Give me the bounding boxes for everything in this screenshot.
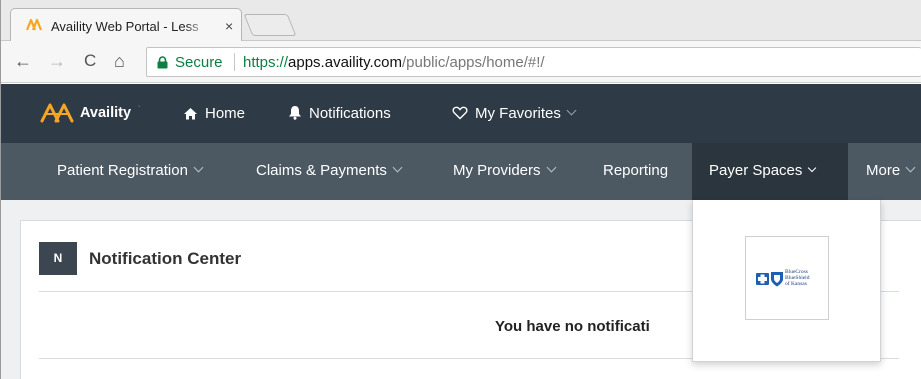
nav-my-favorites[interactable]: My Favorites — [452, 105, 577, 122]
brand-name: Availity — [80, 105, 132, 121]
subnav-label: My Providers — [453, 162, 541, 179]
forward-arrow-icon[interactable]: → — [48, 51, 66, 71]
nav-home[interactable]: Home — [183, 105, 245, 122]
browser-tab[interactable]: Availity Web Portal - Less × — [10, 8, 242, 42]
subnav-more[interactable]: More — [866, 143, 916, 200]
chevron-down-icon — [392, 162, 403, 173]
bell-icon — [289, 106, 301, 120]
subnav-label: Patient Registration — [57, 162, 188, 179]
chevron-down-icon — [546, 162, 556, 173]
nav-home-label: Home — [205, 105, 246, 122]
bcbs-cross-shield-icon — [756, 272, 783, 287]
payer-name-line: of Kansas — [785, 281, 807, 287]
subnav-my-providers[interactable]: My Providers — [453, 143, 556, 200]
availity-logo[interactable]: Availity · — [40, 100, 150, 126]
home-icon[interactable]: ⌂ — [114, 51, 125, 71]
browser-tab-strip: Availity Web Portal - Less × — [0, 0, 921, 42]
new-tab-button[interactable] — [243, 14, 297, 36]
app-header: Availity · Home Notifications My Favorit… — [0, 84, 921, 143]
secure-label: Secure — [175, 54, 223, 71]
empty-notifications-message: You have no notificati — [495, 318, 650, 335]
nav-notifications-label: Notifications — [309, 105, 391, 122]
url-scheme: https:// — [243, 54, 289, 71]
heart-outline-icon — [452, 106, 468, 120]
back-arrow-icon[interactable]: ← — [14, 51, 32, 71]
subnav-claims-payments[interactable]: Claims & Payments — [256, 143, 403, 200]
notification-center-badge: N — [39, 242, 77, 275]
availity-logo-icon — [40, 103, 74, 123]
subnav-label: More — [866, 162, 901, 179]
nav-notifications[interactable]: Notifications — [288, 105, 391, 122]
brand-trademark: · — [138, 103, 141, 110]
secondary-nav: Patient Registration Claims & Payments M… — [0, 143, 921, 200]
house-icon — [184, 108, 197, 120]
url-host: apps.availity.com — [288, 54, 402, 71]
window-frame-edge — [0, 0, 1, 379]
availity-favicon-icon — [25, 18, 43, 31]
subnav-label: Claims & Payments — [256, 162, 387, 179]
subnav-reporting[interactable]: Reporting — [603, 143, 668, 200]
address-separator — [234, 53, 235, 71]
subnav-patient-registration[interactable]: Patient Registration — [57, 143, 204, 200]
chevron-down-icon — [808, 163, 817, 173]
lock-icon — [157, 56, 168, 69]
payer-name: BlueCross BlueShield of Kansas — [785, 269, 809, 287]
subnav-payer-spaces[interactable]: Payer Spaces — [692, 143, 848, 200]
payer-tile-bcbs-kansas[interactable]: BlueCross BlueShield of Kansas — [745, 236, 829, 320]
notification-center-title: Notification Center — [89, 249, 242, 268]
address-bar[interactable]: Secure https://apps.availity.com/public/… — [146, 47, 921, 77]
nav-my-favorites-label: My Favorites — [475, 105, 561, 122]
chevron-down-icon — [905, 162, 916, 173]
url-text: https://apps.availity.com/public/apps/ho… — [243, 54, 545, 71]
tab-close-icon[interactable]: × — [225, 18, 233, 34]
chevron-down-icon — [566, 105, 577, 116]
payer-spaces-dropdown: BlueCross BlueShield of Kansas — [692, 200, 881, 362]
url-path: /public/apps/home/#!/ — [401, 54, 545, 71]
chevron-down-icon — [193, 162, 204, 173]
browser-toolbar: ← → C ⌂ Secure https://apps.availity.com… — [0, 41, 921, 83]
subnav-label: Reporting — [603, 162, 669, 179]
reload-icon[interactable]: C — [84, 51, 96, 71]
tab-title: Availity Web Portal - Less — [51, 19, 209, 34]
subnav-label: Payer Spaces — [709, 162, 803, 179]
